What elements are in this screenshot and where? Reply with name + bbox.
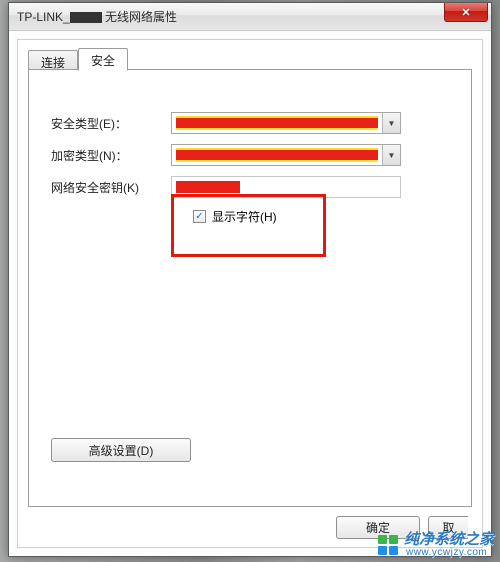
label-encryption-type: 加密类型(N)： — [51, 147, 171, 164]
tab-connect[interactable]: 连接 — [28, 50, 78, 70]
watermark-logo-icon — [378, 535, 398, 555]
combo-encryption-type[interactable]: ▼ — [171, 144, 401, 166]
watermark-text: 纯净系统之家 www.ycwjzy.com — [404, 532, 494, 558]
titlebar[interactable]: TP-LINK_ 无线网络属性 ✕ — [9, 3, 491, 31]
button-label: 高级设置(D) — [89, 442, 154, 459]
client-area: 连接 安全 安全类型(E)： ▼ 加密类型(N)： ▼ 网络安全密钥(K) — [17, 39, 483, 548]
watermark-url: www.ycwjzy.com — [406, 548, 494, 559]
checkbox-show-chars[interactable]: ✓ — [193, 210, 206, 223]
row-security-key: 网络安全密钥(K) — [51, 176, 401, 198]
advanced-settings-button[interactable]: 高级设置(D) — [51, 438, 191, 462]
dialog-window: TP-LINK_ 无线网络属性 ✕ 连接 安全 安全类型(E)： ▼ 加密类型(… — [8, 2, 492, 557]
row-show-chars: ✓ 显示字符(H) — [193, 208, 277, 225]
close-button[interactable]: ✕ — [444, 3, 488, 22]
check-icon: ✓ — [195, 212, 203, 222]
tab-security[interactable]: 安全 — [78, 48, 128, 71]
watermark-brand: 纯净系统之家 — [404, 532, 494, 548]
watermark: 纯净系统之家 www.ycwjzy.com — [378, 532, 494, 558]
window-title: TP-LINK_ 无线网络属性 — [17, 8, 177, 25]
tab-label: 连接 — [41, 56, 65, 70]
combo-security-type[interactable]: ▼ — [171, 112, 401, 134]
chevron-down-icon[interactable]: ▼ — [382, 145, 400, 165]
row-encryption-type: 加密类型(N)： ▼ — [51, 144, 401, 166]
close-icon: ✕ — [461, 6, 470, 19]
chevron-down-icon[interactable]: ▼ — [382, 113, 400, 133]
redacted-key — [176, 181, 240, 193]
redacted-value — [176, 148, 378, 162]
label-security-type: 安全类型(E)： — [51, 115, 171, 132]
annotation-highlight — [171, 194, 326, 257]
redacted-value — [176, 116, 378, 130]
security-panel: 安全类型(E)： ▼ 加密类型(N)： ▼ 网络安全密钥(K) — [28, 70, 472, 507]
tab-strip: 连接 安全 — [28, 48, 128, 70]
row-security-type: 安全类型(E)： ▼ — [51, 112, 401, 134]
label-security-key: 网络安全密钥(K) — [51, 179, 171, 196]
label-show-chars: 显示字符(H) — [212, 208, 277, 225]
redacted-ssid — [70, 12, 102, 23]
tab-label: 安全 — [91, 54, 115, 68]
input-security-key[interactable] — [171, 176, 401, 198]
